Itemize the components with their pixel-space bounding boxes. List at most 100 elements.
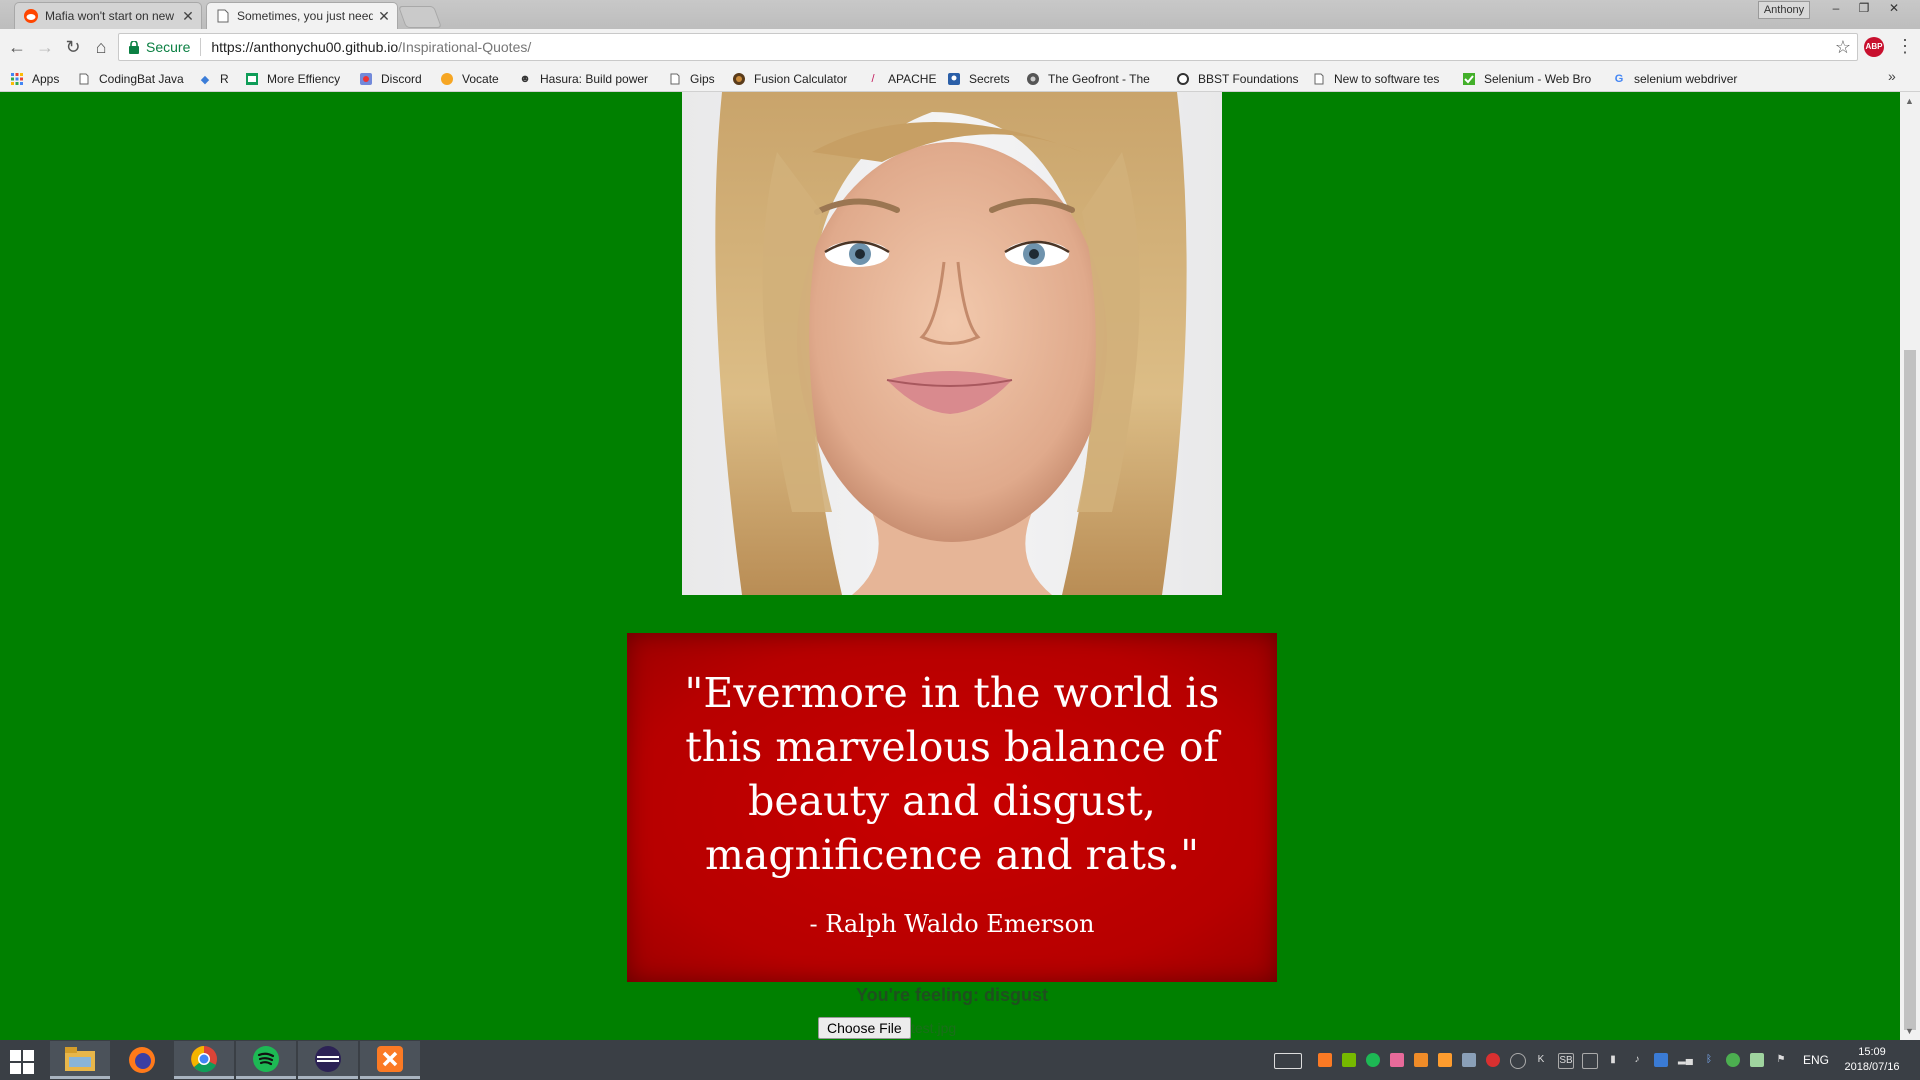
spotify-icon[interactable]	[236, 1041, 296, 1079]
xampp-tray-icon[interactable]	[1318, 1053, 1332, 1067]
quote-card: "Evermore in the world is this marvelous…	[627, 633, 1277, 982]
tab-reddit[interactable]: Mafia won't start on new ✕	[14, 2, 202, 29]
close-icon[interactable]: ✕	[1880, 0, 1908, 18]
network-globe-icon[interactable]	[1510, 1053, 1526, 1069]
k-tray-icon[interactable]: K	[1534, 1053, 1548, 1067]
action-flag-icon[interactable]: ⚑	[1774, 1053, 1788, 1067]
bookmark-geofront[interactable]: The Geofront - The	[1026, 70, 1156, 88]
windows-taskbar: K SB ▮ ♪ ▂▄ ᛒ ⚑ ENG 15:09 2018/07/16	[0, 1040, 1920, 1080]
bookmark-codingbat[interactable]: CodingBat Java	[77, 70, 184, 88]
secrets-icon	[947, 72, 961, 86]
bookmark-discord[interactable]: Discord	[359, 70, 422, 88]
tab-close-icon[interactable]: ✕	[377, 8, 391, 25]
quote-text: "Evermore in the world is this marvelous…	[684, 669, 1220, 879]
scroll-down-icon[interactable]: ▼	[1905, 1026, 1914, 1036]
xampp-control-icon[interactable]	[1438, 1053, 1452, 1067]
page-icon	[215, 8, 231, 24]
app-tray-icon[interactable]	[1390, 1053, 1404, 1067]
bookmarks-bar: Apps CodingBat Java ◆ R More Effiency Di…	[0, 65, 1920, 92]
chrome-icon[interactable]	[174, 1041, 234, 1079]
windows-start-icon[interactable]	[10, 1050, 34, 1074]
tab-inspirational-quotes[interactable]: Sometimes, you just need ✕	[206, 2, 398, 29]
lock-icon	[127, 40, 141, 54]
bookmark-apache[interactable]: / APACHE	[866, 70, 936, 88]
profile-button[interactable]: Anthony	[1758, 1, 1810, 19]
scrollbar-thumb[interactable]	[1904, 350, 1916, 1030]
clock-time: 15:09	[1858, 1046, 1886, 1058]
battery-icon[interactable]: ▮	[1606, 1053, 1620, 1067]
bookmark-new-to-software[interactable]: New to software tes	[1312, 70, 1450, 88]
url-path: /Inspirational-Quotes/	[398, 39, 532, 55]
bookmark-selenium[interactable]: Selenium - Web Bro	[1462, 70, 1598, 88]
secure-label: Secure	[146, 39, 191, 55]
tab-title: Mafia won't start on new	[45, 9, 175, 23]
tab-close-icon[interactable]: ✕	[181, 8, 195, 25]
update-icon[interactable]	[1654, 1053, 1668, 1067]
bookmark-label: Discord	[381, 72, 422, 86]
clock-tray-icon[interactable]	[1486, 1053, 1500, 1067]
emotion-result: You're feeling: disgust	[856, 985, 1048, 1005]
bluetooth-icon[interactable]: ᛒ	[1702, 1053, 1716, 1067]
xampp-icon[interactable]	[360, 1041, 420, 1079]
new-tab-button[interactable]	[397, 6, 443, 28]
bookmark-fusion-calculator[interactable]: Fusion Calculator	[732, 70, 847, 88]
bookmark-selenium-webdriver[interactable]: G selenium webdriver	[1612, 70, 1744, 88]
browser-toolbar: ← → ↻ ⌂ Secure https://anthonychu00.gith…	[0, 29, 1920, 65]
display-icon[interactable]	[1582, 1053, 1598, 1069]
bookmark-star-icon[interactable]: ☆	[1835, 37, 1851, 58]
bookmark-label: More Effiency	[267, 72, 341, 86]
google-icon: G	[1614, 73, 1624, 85]
sb-tray-icon[interactable]: SB	[1558, 1053, 1574, 1069]
volume-icon[interactable]: ♪	[1630, 1053, 1644, 1067]
quote-author: - Ralph Waldo Emerson	[809, 910, 1095, 938]
bookmark-r[interactable]: ◆ R	[198, 70, 229, 88]
spotify-tray-icon[interactable]	[1366, 1053, 1380, 1067]
security-tray-icon[interactable]	[1726, 1053, 1740, 1067]
clock-date: 2018/07/16	[1844, 1061, 1900, 1073]
page-scrollbar[interactable]: ▲ ▼	[1900, 92, 1920, 1040]
wifi-icon[interactable]: ▂▄	[1678, 1053, 1693, 1067]
bookmark-label: The Geofront - The	[1048, 72, 1150, 86]
address-divider	[200, 38, 202, 56]
choose-file-button[interactable]: Choose File	[818, 1017, 911, 1039]
more-bookmarks-icon[interactable]: »	[1888, 68, 1896, 84]
fusion-icon	[732, 72, 746, 86]
system-clock[interactable]: 15:09 2018/07/16	[1842, 1045, 1902, 1075]
scroll-up-icon[interactable]: ▲	[1905, 96, 1914, 106]
browser-menu-icon[interactable]: ⋮	[1896, 35, 1914, 57]
firefox-icon[interactable]	[112, 1041, 172, 1079]
bookmark-vocate[interactable]: Vocate	[440, 70, 499, 88]
nvidia-icon[interactable]	[1342, 1053, 1356, 1067]
restore-icon[interactable]: ❐	[1850, 0, 1878, 18]
bookmark-label: Fusion Calculator	[754, 72, 848, 86]
bookmark-hasura[interactable]: ☻ Hasura: Build power	[518, 70, 656, 88]
apps-grid-icon	[10, 72, 24, 86]
bookmark-bbst[interactable]: BBST Foundations	[1176, 70, 1299, 88]
shield-icon: ◆	[200, 73, 210, 86]
bookmark-secrets[interactable]: Secrets	[947, 70, 1010, 88]
geofront-icon	[1026, 72, 1040, 86]
reddit-icon	[23, 8, 39, 24]
bookmark-label: selenium webdriver	[1634, 72, 1738, 86]
bookmark-gips[interactable]: Gips	[668, 70, 715, 88]
reload-icon[interactable]: ↻	[62, 36, 84, 58]
bookmark-label: Vocate	[462, 72, 499, 86]
bookmark-apps[interactable]: Apps	[10, 70, 59, 88]
bookmark-more-effiency[interactable]: More Effiency	[245, 70, 340, 88]
orange-tray-icon[interactable]	[1414, 1053, 1428, 1067]
minimize-icon[interactable]: –	[1822, 0, 1850, 18]
touch-keyboard-icon[interactable]	[1274, 1053, 1302, 1069]
home-icon[interactable]: ⌂	[90, 36, 112, 58]
file-explorer-icon[interactable]	[50, 1041, 110, 1079]
address-bar[interactable]: Secure https://anthonychu00.github.io/In…	[118, 33, 1858, 61]
adblock-plus-icon[interactable]: ABP	[1864, 37, 1884, 57]
windows-ink-icon[interactable]	[1462, 1053, 1476, 1067]
eclipse-icon[interactable]	[298, 1041, 358, 1079]
input-language[interactable]: ENG	[1803, 1053, 1829, 1067]
feather-icon: /	[871, 73, 875, 85]
sync-tray-icon[interactable]	[1750, 1053, 1764, 1067]
tab-title: Sometimes, you just need	[237, 9, 373, 23]
back-icon[interactable]: ←	[6, 36, 28, 58]
forward-icon[interactable]: →	[34, 36, 56, 58]
bookmark-label: Apps	[32, 72, 60, 86]
